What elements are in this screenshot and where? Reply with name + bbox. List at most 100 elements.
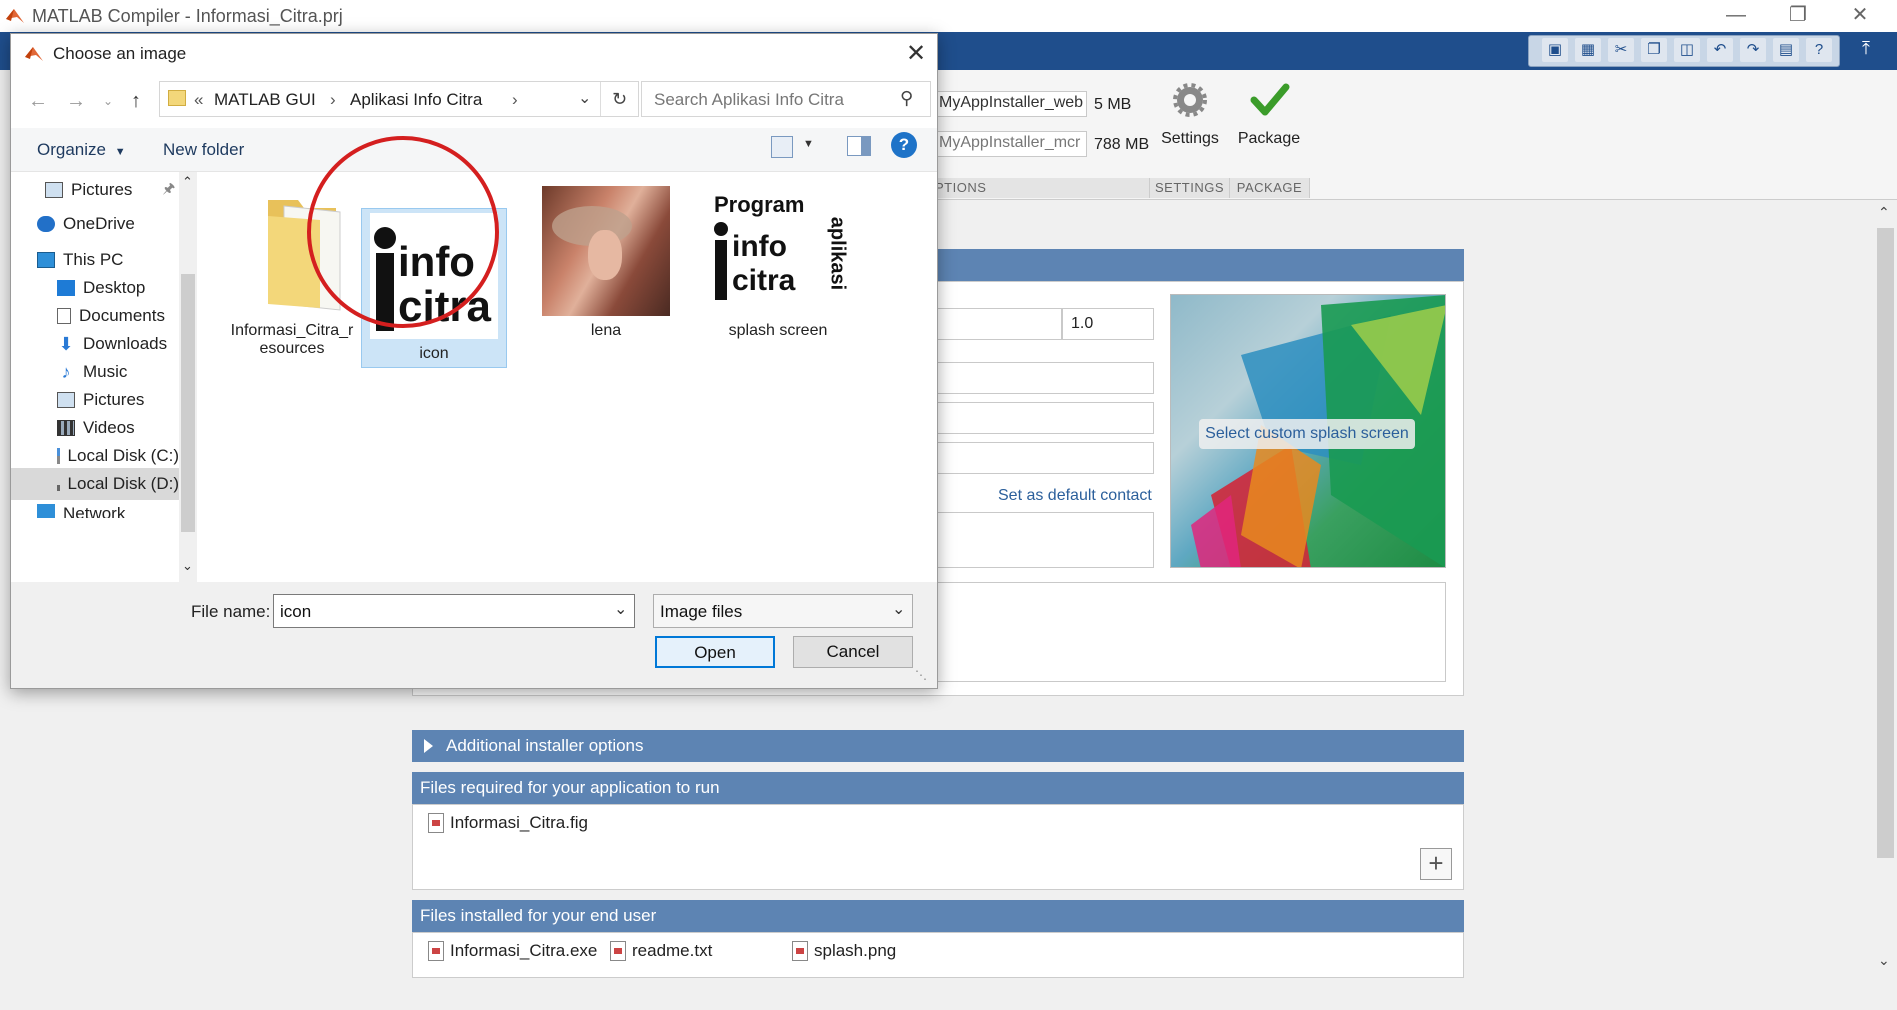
file-name-input[interactable]: icon bbox=[280, 602, 311, 622]
scroll-down-icon[interactable]: ⌄ bbox=[1878, 952, 1890, 969]
list-item[interactable]: Informasi_Citra.fig bbox=[428, 813, 588, 833]
mcr-installer-size: 788 MB bbox=[1094, 136, 1150, 153]
new-folder-button[interactable]: New folder bbox=[163, 140, 244, 160]
web-installer-field[interactable]: MyAppInstaller_web bbox=[932, 91, 1087, 117]
back-arrow-icon[interactable]: ← bbox=[25, 86, 51, 116]
recent-chevron-icon[interactable]: ⌄ bbox=[95, 86, 121, 116]
search-icon[interactable]: ⚲ bbox=[900, 88, 913, 109]
description-field[interactable] bbox=[930, 582, 1446, 682]
help-icon[interactable]: ? bbox=[891, 132, 917, 158]
organize-button[interactable]: Organize ▼ bbox=[37, 140, 126, 160]
forward-arrow-icon[interactable]: → bbox=[63, 86, 89, 116]
nav-item-network[interactable]: Network bbox=[11, 504, 179, 518]
address-dropdown-icon[interactable]: ⌄ bbox=[578, 88, 591, 108]
txt-file-icon bbox=[610, 941, 626, 961]
list-item[interactable]: splash.png bbox=[792, 941, 896, 961]
breadcrumb-matlab-gui[interactable]: MATLAB GUI bbox=[214, 90, 316, 110]
preview-pane-icon[interactable] bbox=[847, 136, 871, 156]
email-field[interactable] bbox=[930, 402, 1154, 434]
restore-icon[interactable]: ❐ bbox=[1768, 2, 1828, 30]
close-icon[interactable]: ✕ bbox=[901, 40, 931, 68]
matlab-logo-icon bbox=[6, 9, 24, 23]
name-field[interactable] bbox=[930, 362, 1154, 394]
chevron-down-icon[interactable]: ⌄ bbox=[892, 599, 905, 619]
search-input[interactable]: Search Aplikasi Info Citra bbox=[654, 90, 844, 110]
breadcrumb-aplikasi-info-citra[interactable]: Aplikasi Info Citra bbox=[350, 90, 482, 110]
scroll-up-icon[interactable]: ⌃ bbox=[1878, 204, 1890, 221]
undo-icon[interactable]: ↶ bbox=[1707, 38, 1733, 62]
app-title: MATLAB Compiler - Informasi_Citra.prj bbox=[32, 6, 343, 26]
matlab-logo-icon bbox=[25, 47, 43, 61]
nav-scroll-up-icon[interactable]: ⌃ bbox=[182, 174, 193, 190]
organize-dropdown-icon: ▼ bbox=[114, 146, 126, 158]
splash-screen-thumbnail: Program info citra aplikasi bbox=[714, 186, 849, 316]
list-item[interactable]: readme.txt bbox=[610, 941, 712, 961]
png-file-icon bbox=[792, 941, 808, 961]
open-button[interactable]: Open bbox=[655, 636, 775, 668]
file-item-label: Informasi_Citra_r bbox=[230, 322, 354, 339]
splash-screen-preview[interactable]: Select custom splash screen bbox=[1170, 294, 1446, 568]
folder-icon bbox=[168, 90, 186, 106]
company-field[interactable] bbox=[930, 442, 1154, 474]
computer-icon bbox=[37, 252, 55, 268]
pictures-icon bbox=[45, 182, 63, 198]
up-arrow-icon[interactable]: ↑ bbox=[123, 86, 149, 116]
gear-icon[interactable] bbox=[1172, 82, 1208, 118]
file-item-lena[interactable]: lena bbox=[531, 186, 681, 340]
nav-item-onedrive[interactable]: OneDrive bbox=[11, 208, 179, 240]
music-note-icon: ♪ bbox=[61, 362, 71, 382]
paste-icon[interactable]: ◫ bbox=[1674, 38, 1700, 62]
version-field[interactable]: 1.0 bbox=[1062, 308, 1154, 340]
file-item-splash-screen[interactable]: Program info citra aplikasi splash scree… bbox=[703, 186, 853, 340]
package-button[interactable]: Package bbox=[1224, 130, 1314, 148]
search-box[interactable]: Search Aplikasi Info Citra ⚲ bbox=[641, 81, 931, 117]
file-name-dropdown-icon[interactable]: ⌄ bbox=[614, 599, 627, 619]
file-item-label: icon bbox=[419, 345, 449, 362]
address-bar[interactable]: « MATLAB GUI › Aplikasi Info Citra › ⌄ ↻ bbox=[159, 81, 639, 117]
add-file-icon[interactable]: + bbox=[1420, 848, 1452, 880]
close-window-icon[interactable]: ✕ bbox=[1830, 2, 1890, 30]
mcr-installer-field[interactable]: MyAppInstaller_mcr bbox=[932, 131, 1087, 157]
settings-button[interactable]: Settings bbox=[1145, 130, 1235, 148]
nav-scroll-down-icon[interactable]: ⌄ bbox=[182, 558, 193, 574]
file-name-label: File name: bbox=[191, 602, 271, 621]
select-splash-button[interactable]: Select custom splash screen bbox=[1199, 419, 1415, 449]
files-installed-header: Files installed for your end user bbox=[412, 900, 1464, 932]
view-options-icon[interactable] bbox=[771, 136, 793, 158]
nav-scrollbar-thumb[interactable] bbox=[181, 274, 195, 532]
cut-icon[interactable]: ✂ bbox=[1608, 38, 1634, 62]
breadcrumb-separator[interactable]: › bbox=[512, 90, 518, 110]
fig-file-icon bbox=[428, 813, 444, 833]
file-name-combobox[interactable]: icon ⌄ bbox=[273, 594, 635, 628]
summary-field[interactable] bbox=[930, 512, 1154, 568]
author-field[interactable] bbox=[930, 308, 1062, 340]
set-default-contact-link[interactable]: Set as default contact bbox=[998, 487, 1152, 505]
breadcrumb-separator[interactable]: › bbox=[330, 90, 336, 110]
film-icon bbox=[57, 420, 75, 436]
download-arrow-icon: ⬇ bbox=[58, 334, 74, 354]
expand-triangle-icon[interactable] bbox=[424, 739, 433, 753]
nav-item-local-disk-d[interactable]: Local Disk (D:) bbox=[11, 468, 179, 500]
save-icon[interactable]: ▦ bbox=[1575, 38, 1601, 62]
nav-item-pictures-pinned[interactable]: Pictures 🖈 bbox=[11, 174, 179, 206]
list-item[interactable]: Informasi_Citra.exe bbox=[428, 941, 597, 961]
quick-access-icon[interactable]: ▣ bbox=[1542, 38, 1568, 62]
file-type-select[interactable]: Image files ⌄ bbox=[653, 594, 913, 628]
checkmark-icon[interactable] bbox=[1250, 82, 1290, 118]
choose-image-dialog: Choose an image ✕ ← → ⌄ ↑ « MATLAB GUI ›… bbox=[10, 33, 938, 689]
main-scrollbar-thumb[interactable] bbox=[1877, 228, 1894, 858]
minimize-icon[interactable]: — bbox=[1706, 2, 1766, 30]
cancel-button[interactable]: Cancel bbox=[793, 636, 913, 668]
copy-icon[interactable]: ❐ bbox=[1641, 38, 1667, 62]
window-icon[interactable]: ▤ bbox=[1773, 38, 1799, 62]
refresh-icon[interactable]: ↻ bbox=[600, 82, 638, 116]
additional-installer-options-header[interactable]: Additional installer options bbox=[412, 730, 1464, 762]
resize-grip-icon[interactable]: ⋱ bbox=[915, 668, 927, 682]
redo-icon[interactable]: ↷ bbox=[1740, 38, 1766, 62]
lena-thumbnail bbox=[542, 186, 670, 316]
collapse-ribbon-icon[interactable]: ⤒ bbox=[1862, 38, 1870, 59]
breadcrumb-overflow[interactable]: « bbox=[194, 90, 203, 110]
view-dropdown-icon[interactable]: ▼ bbox=[803, 138, 814, 150]
help-icon[interactable]: ? bbox=[1806, 38, 1832, 62]
pin-icon[interactable]: 🖈 bbox=[162, 178, 175, 202]
